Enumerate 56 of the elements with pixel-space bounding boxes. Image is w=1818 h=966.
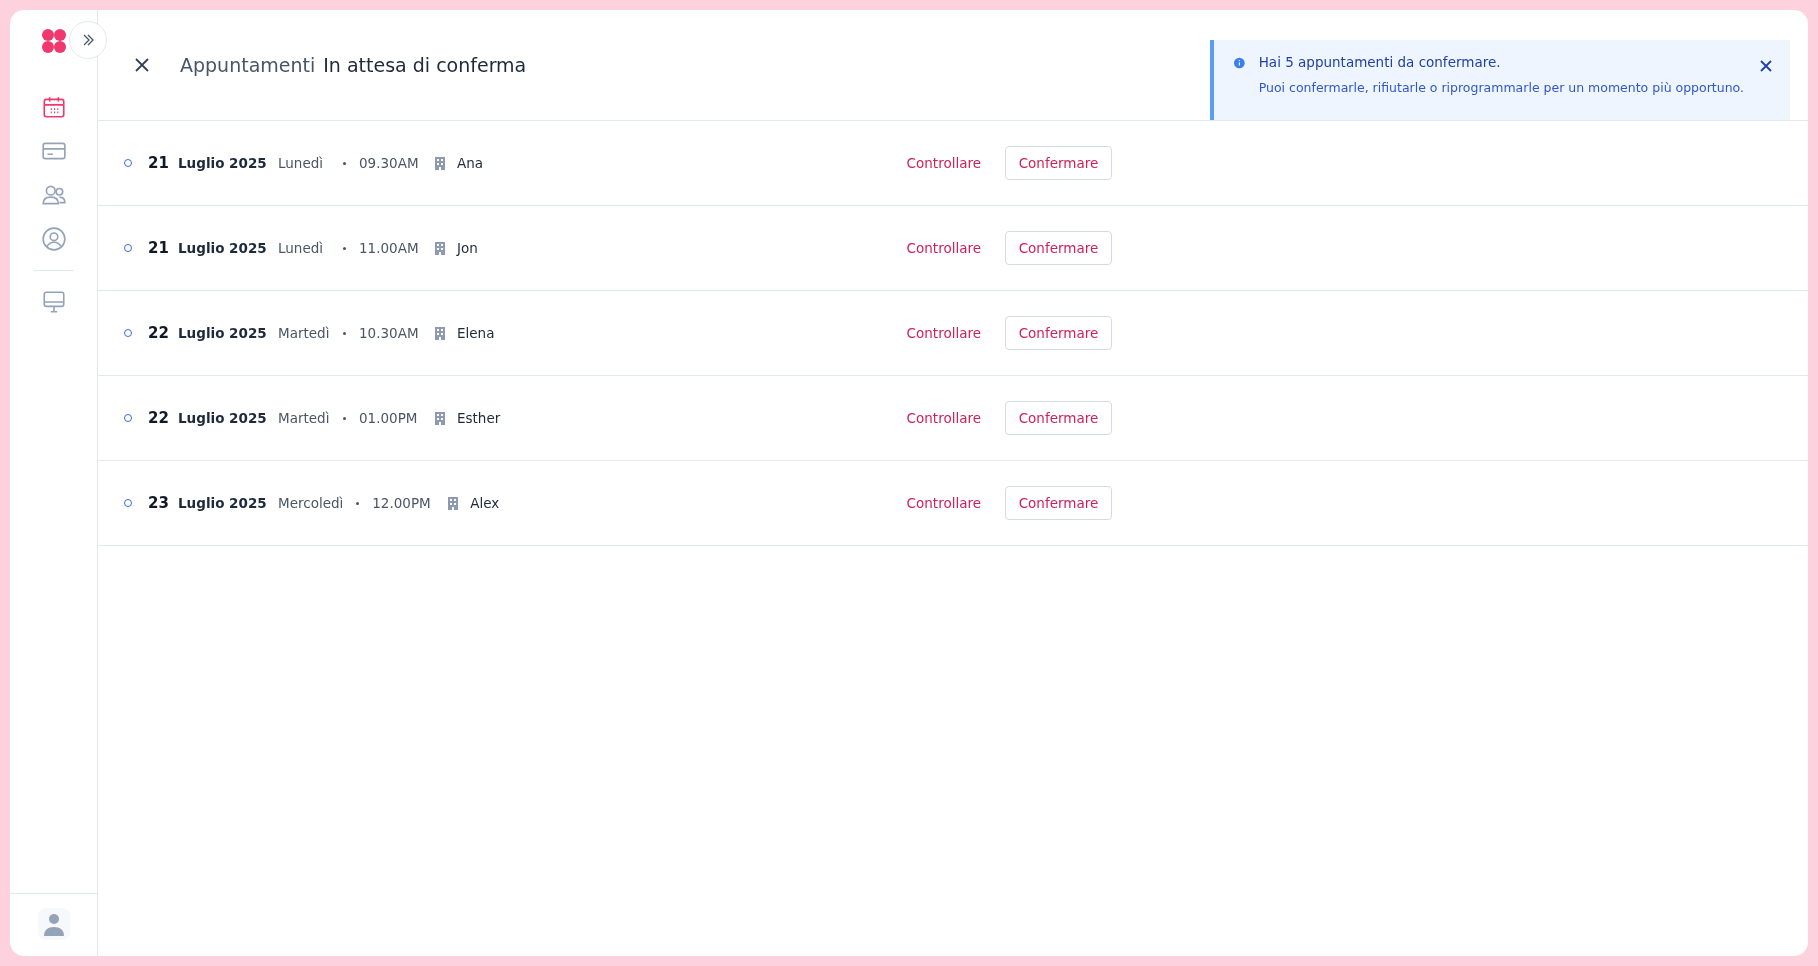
weekday: Martedì bbox=[278, 325, 330, 341]
breadcrumb-section: Appuntamenti bbox=[180, 54, 316, 76]
separator-dot bbox=[343, 161, 346, 165]
person-name: Elena bbox=[457, 325, 496, 341]
month-year: Luglio 2025 bbox=[178, 325, 268, 341]
expand-button[interactable] bbox=[69, 21, 107, 59]
page-title: In attesa di conferma bbox=[323, 54, 527, 76]
time: 01.00PM bbox=[359, 410, 419, 426]
review-link[interactable]: Controllare bbox=[906, 325, 981, 341]
building-icon bbox=[446, 496, 461, 510]
day-number: 22 bbox=[148, 409, 170, 427]
time: 09.30AM bbox=[359, 155, 420, 171]
day-number: 22 bbox=[148, 324, 170, 342]
user-circle-icon[interactable] bbox=[40, 226, 67, 252]
confirm-button[interactable]: Confermare bbox=[1005, 231, 1112, 265]
review-link[interactable]: Controllare bbox=[906, 240, 981, 256]
confirm-button[interactable]: Confermare bbox=[1005, 401, 1112, 435]
month-year: Luglio 2025 bbox=[178, 495, 268, 511]
review-link[interactable]: Controllare bbox=[906, 155, 981, 171]
logo-icon bbox=[40, 28, 67, 54]
weekday: Lunedì bbox=[278, 240, 325, 256]
monitor-icon[interactable] bbox=[40, 289, 67, 315]
day-number: 23 bbox=[148, 494, 170, 512]
month-year: Luglio 2025 bbox=[178, 240, 268, 256]
building-icon bbox=[433, 156, 447, 170]
time: 10.30AM bbox=[359, 325, 420, 341]
day-number: 21 bbox=[148, 239, 170, 257]
separator-dot bbox=[343, 331, 346, 335]
time: 12.00PM bbox=[372, 495, 432, 511]
separator-dot bbox=[343, 246, 346, 250]
building-icon bbox=[433, 241, 447, 255]
time: 11.00AM bbox=[359, 240, 420, 256]
chevrons-right-icon bbox=[81, 33, 95, 47]
weekday: Lunedì bbox=[278, 155, 325, 171]
person-name: Esther bbox=[457, 410, 502, 426]
review-link[interactable]: Controllare bbox=[906, 410, 981, 426]
person-name: Jon bbox=[457, 240, 479, 256]
confirm-button[interactable]: Confermare bbox=[1005, 486, 1112, 520]
confirm-button[interactable]: Confermare bbox=[1005, 146, 1112, 180]
weekday: Mercoledì bbox=[278, 495, 344, 511]
notice-message: Puoi confermarle, rifiutarle o riprogrammarle per un momento più opportuno. bbox=[1258, 80, 1744, 95]
month-year: Luglio 2025 bbox=[178, 155, 268, 171]
person-name: Ana bbox=[457, 155, 485, 171]
day-number: 21 bbox=[148, 154, 170, 172]
notice-title: Hai 5 appuntamenti da confermare. bbox=[1258, 54, 1502, 70]
building-icon bbox=[433, 411, 447, 425]
separator-dot bbox=[343, 416, 346, 420]
review-link[interactable]: Controllare bbox=[906, 495, 981, 511]
separator-dot bbox=[356, 501, 360, 505]
confirm-button[interactable]: Confermare bbox=[1005, 316, 1112, 350]
close-button[interactable] bbox=[1758, 58, 1774, 74]
month-year: Luglio 2025 bbox=[178, 410, 268, 426]
calendar-icon[interactable] bbox=[40, 94, 67, 120]
building-icon bbox=[433, 326, 447, 340]
person-name: Alex bbox=[470, 495, 501, 511]
weekday: Martedì bbox=[278, 410, 330, 426]
